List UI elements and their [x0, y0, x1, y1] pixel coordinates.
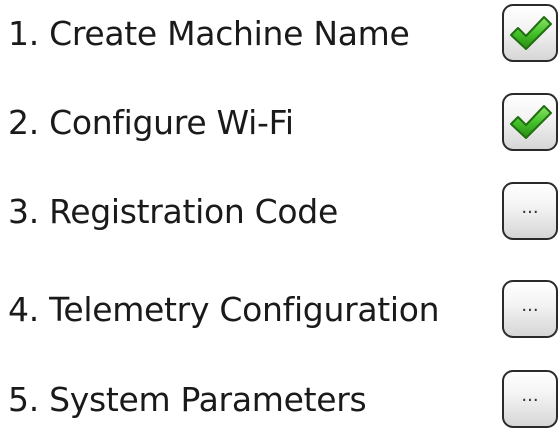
step-row-system-parameters[interactable]: 5. System Parameters ...: [0, 370, 559, 430]
step-label: 1. Create Machine Name: [8, 14, 410, 53]
step-status-button[interactable]: ...: [502, 370, 558, 428]
step-label: 3. Registration Code: [8, 192, 338, 231]
step-status-button[interactable]: ...: [502, 280, 558, 338]
step-row-registration-code[interactable]: 3. Registration Code ...: [0, 182, 559, 242]
step-row-telemetry-configuration[interactable]: 4. Telemetry Configuration ...: [0, 280, 559, 340]
step-status-button[interactable]: [502, 93, 558, 151]
step-label: 4. Telemetry Configuration: [8, 290, 440, 329]
step-row-create-machine-name[interactable]: 1. Create Machine Name: [0, 4, 559, 64]
step-status-button[interactable]: [502, 4, 558, 62]
ellipsis-icon: ...: [521, 197, 539, 218]
step-row-configure-wifi[interactable]: 2. Configure Wi-Fi: [0, 93, 559, 153]
checkmark-icon: [510, 16, 552, 50]
setup-step-list: 1. Create Machine Name 2. Configure Wi-F…: [0, 0, 559, 429]
ellipsis-icon: ...: [521, 385, 539, 406]
checkmark-icon: [510, 105, 552, 139]
ellipsis-icon: ...: [521, 295, 539, 316]
step-label: 5. System Parameters: [8, 380, 367, 419]
step-status-button[interactable]: ...: [502, 182, 558, 240]
step-label: 2. Configure Wi-Fi: [8, 103, 294, 142]
